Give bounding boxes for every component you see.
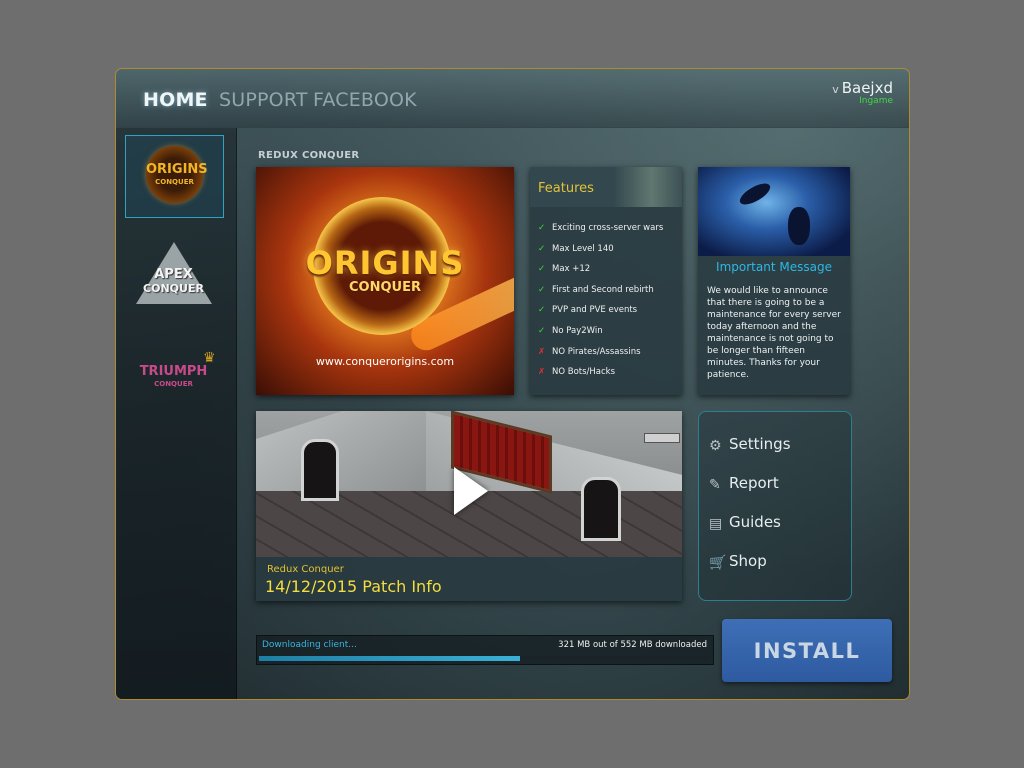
guide-icon: ▤ — [709, 516, 723, 532]
check-icon: ✓ — [538, 244, 546, 254]
feature-item: ✓ First and Second rebirth — [538, 285, 654, 295]
report-icon: ✎ — [709, 477, 721, 493]
origins-logo: ORIGINS CONQUER — [146, 146, 208, 203]
banner-logo-sub: CONQUER — [349, 280, 421, 295]
guides-link[interactable]: ▤ Guides — [709, 513, 781, 532]
video-thumbnail[interactable] — [256, 411, 682, 557]
section-title: REDUX CONQUER — [258, 150, 360, 161]
game-banner[interactable]: ORIGINS CONQUER www.conquerorigins.com — [256, 167, 514, 395]
feature-item: ✓ Max Level 140 — [538, 244, 614, 254]
cross-icon: ✗ — [538, 347, 546, 357]
progress-fill — [259, 656, 520, 661]
top-navigation-bar: HOME SUPPORT FACEBOOK v Baejxd Ingame — [116, 69, 909, 128]
scene-door — [301, 439, 339, 501]
message-title: Important Message — [716, 260, 832, 274]
check-icon: ✓ — [538, 264, 546, 274]
nav-support[interactable]: SUPPORT — [219, 89, 308, 111]
user-menu[interactable]: v Baejxd Ingame — [832, 78, 893, 106]
features-title: Features — [538, 181, 594, 196]
features-panel: Features ✓ Exciting cross-server wars ✓ Ma… — [530, 167, 682, 395]
video-subtitle: Redux Conquer — [267, 564, 344, 575]
cart-icon: 🛒 — [709, 555, 727, 571]
game-item-triumph[interactable]: ♛ TRIUMPH CONQUER — [125, 350, 222, 431]
gear-icon: ⚙ — [709, 438, 722, 454]
shop-link[interactable]: 🛒 Shop — [709, 552, 767, 571]
nav-facebook[interactable]: FACEBOOK — [313, 89, 417, 111]
game-item-apex[interactable]: APEX CONQUER — [125, 236, 222, 317]
apex-logo-title: APEX — [154, 267, 193, 282]
features-header: Features — [530, 167, 682, 207]
check-icon: ✓ — [538, 223, 546, 233]
check-icon: ✓ — [538, 305, 546, 315]
download-progress: Downloading client... 321 MB out of 552 … — [256, 635, 714, 665]
game-sidebar: ORIGINS CONQUER APEX CONQUER ♛ TRIUMPH C… — [116, 128, 237, 699]
scene-hud — [644, 433, 680, 443]
message-image — [698, 167, 850, 256]
figure-silhouette — [788, 207, 810, 245]
banner-logo-title: ORIGINS — [305, 244, 465, 282]
banner-url: www.conquerorigins.com — [315, 355, 455, 368]
progress-bar — [259, 656, 709, 661]
feature-item: ✓ Max +12 — [538, 264, 591, 274]
game-item-origins[interactable]: ORIGINS CONQUER — [125, 135, 224, 218]
user-status: Ingame — [859, 96, 893, 106]
feature-item: ✗ NO Bots/Hacks — [538, 367, 616, 377]
feature-item: ✓ No Pay2Win — [538, 326, 603, 336]
feature-item: ✓ PVP and PVE events — [538, 305, 638, 315]
report-link[interactable]: ✎ Report — [709, 474, 779, 493]
important-message-panel: Important Message We would like to annou… — [698, 167, 850, 395]
settings-link[interactable]: ⚙ Settings — [709, 435, 791, 454]
cross-icon: ✗ — [538, 367, 546, 377]
username: Baejxd — [841, 79, 893, 97]
message-body: We would like to announce that there is … — [707, 286, 841, 380]
download-status-label: Downloading client... — [262, 640, 357, 650]
video-title[interactable]: 14/12/2015 Patch Info — [265, 577, 442, 596]
feature-item: ✓ Exciting cross-server wars — [538, 223, 664, 233]
apex-logo-sub: CONQUER — [143, 282, 204, 295]
download-size-text: 321 MB out of 552 MB downloaded — [558, 640, 707, 650]
check-icon: ✓ — [538, 285, 546, 295]
patch-video-card[interactable]: Redux Conquer 14/12/2015 Patch Info — [256, 411, 682, 601]
figure-silhouette — [736, 179, 774, 209]
install-button[interactable]: INSTALL — [722, 619, 892, 682]
chevron-down-icon: v — [832, 83, 839, 96]
scene-door — [581, 477, 621, 541]
triumph-logo-sub: CONQUER — [154, 380, 193, 388]
triumph-logo-title: TRIUMPH — [139, 364, 208, 379]
check-icon: ✓ — [538, 326, 546, 336]
launcher-window: HOME SUPPORT FACEBOOK v Baejxd Ingame ORI… — [115, 68, 910, 700]
quick-links-panel: ⚙ Settings ✎ Report ▤ Guides 🛒 Shop — [698, 411, 852, 601]
feature-item: ✗ NO Pirates/Assassins — [538, 347, 641, 357]
nav-home[interactable]: HOME — [143, 89, 208, 111]
play-icon[interactable] — [454, 467, 488, 515]
